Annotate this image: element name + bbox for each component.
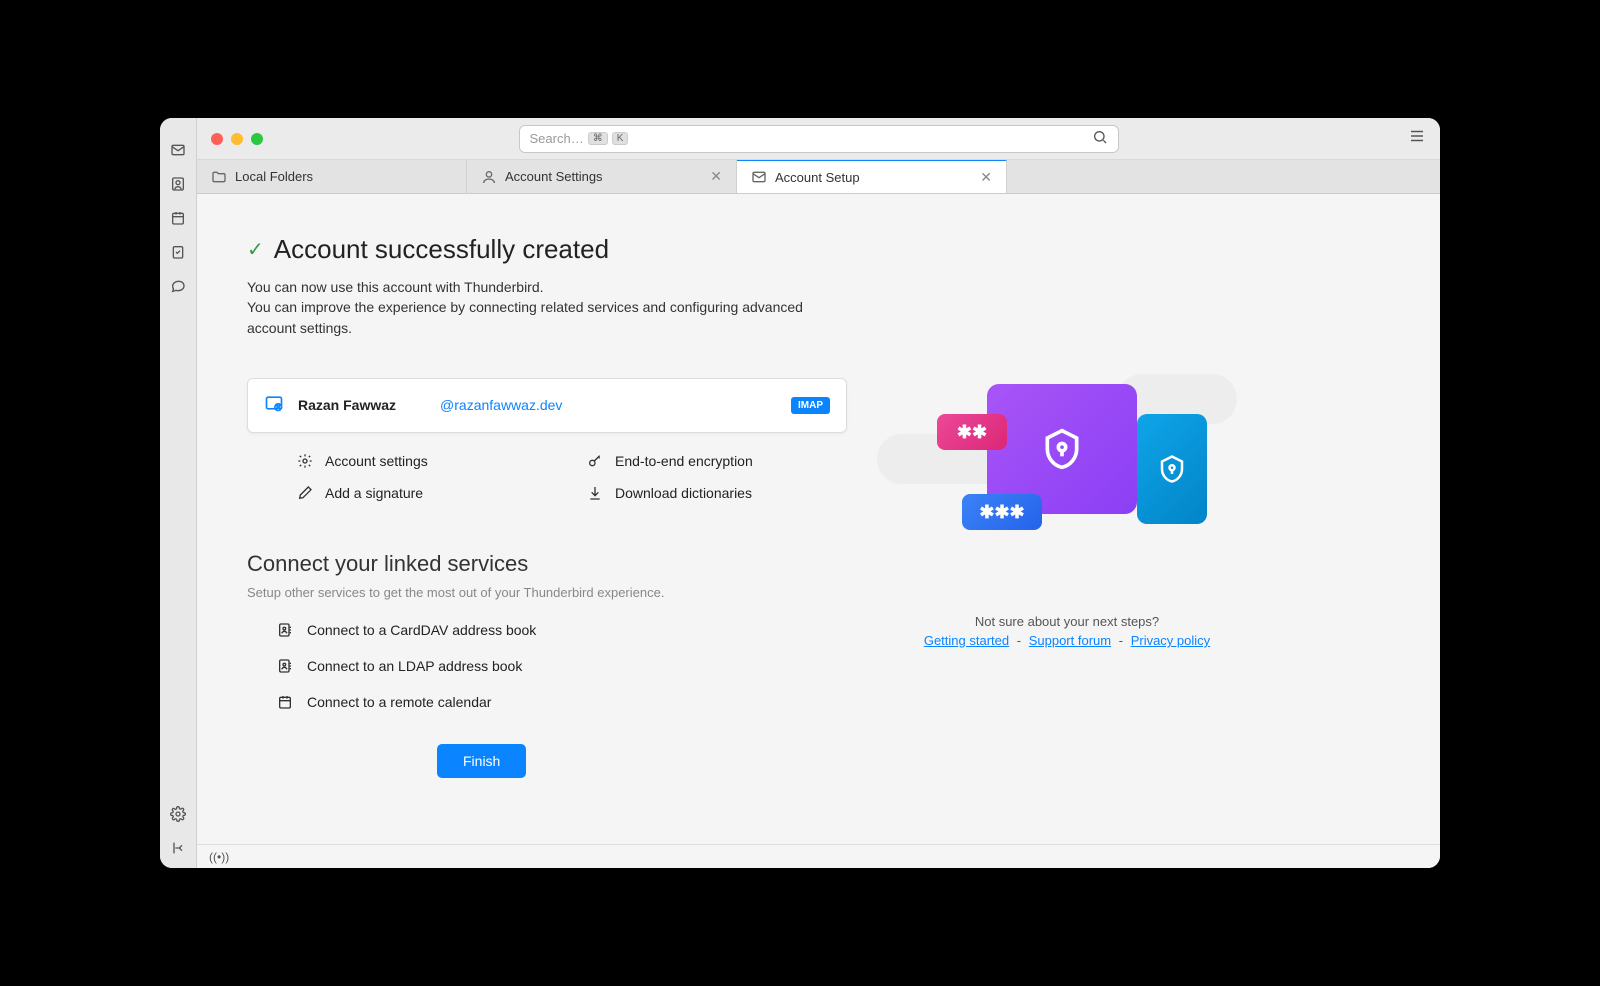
link-support-forum[interactable]: Support forum	[1029, 633, 1111, 648]
calendar-icon	[277, 694, 293, 710]
action-label: Download dictionaries	[615, 485, 752, 501]
tasks-icon[interactable]	[168, 242, 188, 262]
window-controls	[211, 133, 263, 145]
tab-account-settings[interactable]: Account Settings ✕	[467, 160, 737, 193]
menu-button[interactable]	[1408, 127, 1426, 150]
folder-icon	[211, 169, 227, 185]
account-settings-icon	[481, 169, 497, 185]
addressbook-icon[interactable]	[168, 174, 188, 194]
close-window-button[interactable]	[211, 133, 223, 145]
help-prompt: Not sure about your next steps?	[975, 614, 1159, 629]
titlebar: Search… ⌘ K	[197, 118, 1440, 160]
kbd-cmd: ⌘	[588, 132, 608, 145]
search-icon	[1092, 129, 1108, 148]
account-name: Razan Fawwaz	[298, 397, 396, 413]
asterisk-pill: ✱✱	[937, 414, 1007, 450]
action-label: Add a signature	[325, 485, 423, 501]
tab-bar: Local Folders Account Settings ✕ Account…	[197, 160, 1440, 194]
gear-icon	[297, 453, 313, 469]
service-ldap[interactable]: Connect to an LDAP address book	[277, 658, 847, 674]
search-placeholder: Search…	[530, 131, 584, 146]
account-card: Razan Fawwaz @razanfawwaz.dev IMAP	[247, 378, 847, 433]
action-encryption[interactable]: End-to-end encryption	[587, 453, 847, 469]
check-icon: ✓	[247, 237, 264, 262]
account-mail-icon	[264, 393, 284, 418]
finish-button[interactable]: Finish	[437, 744, 526, 778]
status-bar: ((•))	[197, 844, 1440, 868]
tab-label: Local Folders	[235, 169, 313, 184]
maximize-window-button[interactable]	[251, 133, 263, 145]
tab-account-setup[interactable]: Account Setup ✕	[737, 159, 1007, 193]
tab-local-folders[interactable]: Local Folders	[197, 160, 467, 193]
help-links: Getting started - Support forum - Privac…	[924, 633, 1210, 648]
illustration: ✱✱ ✱✱✱	[907, 354, 1227, 574]
minimize-window-button[interactable]	[231, 133, 243, 145]
mail-icon[interactable]	[168, 140, 188, 160]
sync-icon: ((•))	[209, 850, 229, 864]
collapse-icon[interactable]	[168, 838, 188, 858]
service-calendar[interactable]: Connect to a remote calendar	[277, 694, 847, 710]
addressbook-icon	[277, 658, 293, 674]
addressbook-icon	[277, 622, 293, 638]
chat-icon[interactable]	[168, 276, 188, 296]
action-account-settings[interactable]: Account settings	[297, 453, 557, 469]
kbd-k: K	[612, 132, 629, 145]
link-getting-started[interactable]: Getting started	[924, 633, 1009, 648]
linked-services-subtitle: Setup other services to get the most out…	[247, 585, 847, 600]
sidebar	[160, 118, 197, 868]
main-area: Search… ⌘ K Local Folders Account Settin…	[197, 118, 1440, 868]
page-title: Account successfully created	[274, 234, 609, 265]
action-dictionaries[interactable]: Download dictionaries	[587, 485, 847, 501]
linked-services-title: Connect your linked services	[247, 551, 847, 577]
action-label: Account settings	[325, 453, 428, 469]
content-area: ✓ Account successfully created You can n…	[197, 194, 1440, 844]
service-label: Connect to an LDAP address book	[307, 658, 522, 674]
service-label: Connect to a CardDAV address book	[307, 622, 536, 638]
asterisk-pill: ✱✱✱	[962, 494, 1042, 530]
search-input[interactable]: Search… ⌘ K	[519, 125, 1119, 153]
account-email: @razanfawwaz.dev	[440, 397, 562, 413]
action-label: End-to-end encryption	[615, 453, 753, 469]
pencil-icon	[297, 485, 313, 501]
settings-icon[interactable]	[168, 804, 188, 824]
tab-close-button[interactable]: ✕	[710, 168, 722, 185]
tab-label: Account Settings	[505, 169, 603, 184]
tab-label: Account Setup	[775, 170, 860, 185]
key-icon	[587, 453, 603, 469]
app-window: Search… ⌘ K Local Folders Account Settin…	[160, 118, 1440, 868]
mail-setup-icon	[751, 169, 767, 185]
page-subtitle: You can now use this account with Thunde…	[247, 277, 847, 338]
link-privacy-policy[interactable]: Privacy policy	[1131, 633, 1210, 648]
service-label: Connect to a remote calendar	[307, 694, 491, 710]
calendar-icon[interactable]	[168, 208, 188, 228]
service-carddav[interactable]: Connect to a CardDAV address book	[277, 622, 847, 638]
action-signature[interactable]: Add a signature	[297, 485, 557, 501]
protocol-badge: IMAP	[791, 397, 830, 414]
tab-close-button[interactable]: ✕	[980, 169, 992, 186]
download-icon	[587, 485, 603, 501]
